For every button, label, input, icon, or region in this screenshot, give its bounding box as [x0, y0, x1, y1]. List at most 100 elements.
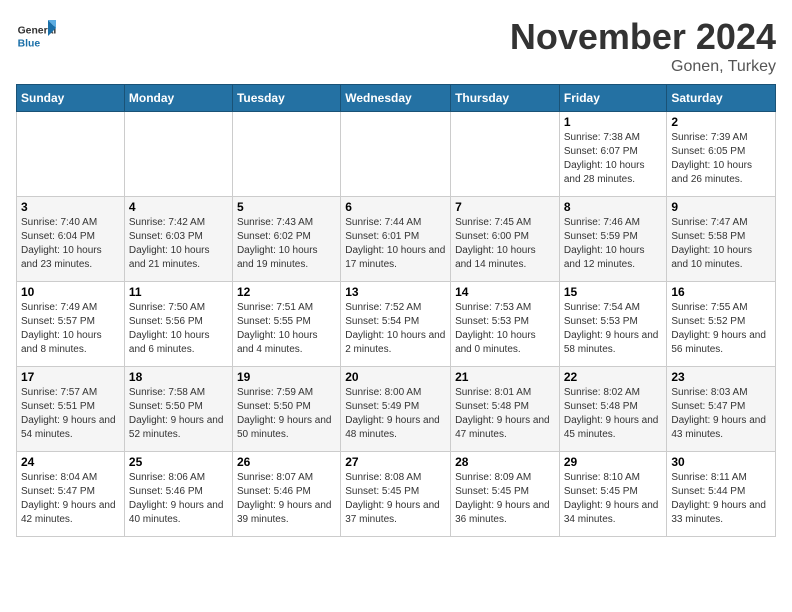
day-info: Sunrise: 7:46 AM Sunset: 5:59 PM Dayligh… [564, 216, 663, 272]
logo-icon: General Blue [16, 16, 56, 56]
calendar-cell: 13 Sunrise: 7:52 AM Sunset: 5:54 PM Dayli… [341, 282, 451, 367]
day-info: Sunrise: 7:42 AM Sunset: 6:03 PM Dayligh… [129, 216, 228, 272]
calendar-cell: 5 Sunrise: 7:43 AM Sunset: 6:02 PM Daylig… [232, 197, 340, 282]
day-number: 5 [237, 200, 336, 214]
day-info: Sunrise: 8:02 AM Sunset: 5:48 PM Dayligh… [564, 386, 663, 442]
day-number: 10 [21, 285, 120, 299]
day-info: Sunrise: 7:43 AM Sunset: 6:02 PM Dayligh… [237, 216, 336, 272]
day-info: Sunrise: 8:09 AM Sunset: 5:45 PM Dayligh… [455, 471, 555, 527]
day-info: Sunrise: 7:47 AM Sunset: 5:58 PM Dayligh… [671, 216, 771, 272]
calendar-cell: 30 Sunrise: 8:11 AM Sunset: 5:44 PM Dayli… [667, 452, 776, 537]
day-number: 29 [564, 455, 663, 469]
calendar-cell [17, 112, 125, 197]
day-number: 16 [671, 285, 771, 299]
day-info: Sunrise: 7:39 AM Sunset: 6:05 PM Dayligh… [671, 131, 771, 187]
calendar-cell: 3 Sunrise: 7:40 AM Sunset: 6:04 PM Daylig… [17, 197, 125, 282]
calendar-cell [451, 112, 560, 197]
calendar-cell: 2Sunrise: 7:39 AM Sunset: 6:05 PM Daylig… [667, 112, 776, 197]
day-info: Sunrise: 8:03 AM Sunset: 5:47 PM Dayligh… [671, 386, 771, 442]
day-info: Sunrise: 7:40 AM Sunset: 6:04 PM Dayligh… [21, 216, 120, 272]
day-number: 25 [129, 455, 228, 469]
day-info: Sunrise: 8:00 AM Sunset: 5:49 PM Dayligh… [345, 386, 446, 442]
day-info: Sunrise: 7:51 AM Sunset: 5:55 PM Dayligh… [237, 301, 336, 357]
day-info: Sunrise: 7:49 AM Sunset: 5:57 PM Dayligh… [21, 301, 120, 357]
calendar-cell: 15 Sunrise: 7:54 AM Sunset: 5:53 PM Dayli… [559, 282, 667, 367]
day-number: 15 [564, 285, 663, 299]
day-number: 23 [671, 370, 771, 384]
page-header: General Blue November 2024 Gonen, Turkey [16, 16, 776, 76]
weekday-header-wednesday: Wednesday [341, 85, 451, 112]
day-info: Sunrise: 8:01 AM Sunset: 5:48 PM Dayligh… [455, 386, 555, 442]
day-info: Sunrise: 8:11 AM Sunset: 5:44 PM Dayligh… [671, 471, 771, 527]
day-info: Sunrise: 8:10 AM Sunset: 5:45 PM Dayligh… [564, 471, 663, 527]
calendar-cell: 9 Sunrise: 7:47 AM Sunset: 5:58 PM Daylig… [667, 197, 776, 282]
day-info: Sunrise: 7:53 AM Sunset: 5:53 PM Dayligh… [455, 301, 555, 357]
day-number: 9 [671, 200, 771, 214]
calendar-cell: 22Sunrise: 8:02 AM Sunset: 5:48 PM Dayli… [559, 367, 667, 452]
calendar-week-2: 3 Sunrise: 7:40 AM Sunset: 6:04 PM Daylig… [17, 197, 776, 282]
calendar-cell: 11 Sunrise: 7:50 AM Sunset: 5:56 PM Dayli… [124, 282, 232, 367]
weekday-header-saturday: Saturday [667, 85, 776, 112]
day-number: 28 [455, 455, 555, 469]
calendar-cell: 27 Sunrise: 8:08 AM Sunset: 5:45 PM Dayli… [341, 452, 451, 537]
day-number: 3 [21, 200, 120, 214]
day-number: 8 [564, 200, 663, 214]
calendar-body: 1 Sunrise: 7:38 AM Sunset: 6:07 PM Daylig… [17, 112, 776, 537]
day-info: Sunrise: 7:45 AM Sunset: 6:00 PM Dayligh… [455, 216, 555, 272]
day-number: 24 [21, 455, 120, 469]
calendar-table: SundayMondayTuesdayWednesdayThursdayFrid… [16, 84, 776, 537]
calendar-cell: 29 Sunrise: 8:10 AM Sunset: 5:45 PM Dayli… [559, 452, 667, 537]
calendar-cell: 8 Sunrise: 7:46 AM Sunset: 5:59 PM Daylig… [559, 197, 667, 282]
calendar-week-5: 24 Sunrise: 8:04 AM Sunset: 5:47 PM Dayli… [17, 452, 776, 537]
calendar-cell: 14 Sunrise: 7:53 AM Sunset: 5:53 PM Dayli… [451, 282, 560, 367]
day-number: 13 [345, 285, 446, 299]
month-title: November 2024 [510, 16, 776, 58]
calendar-cell: 23 Sunrise: 8:03 AM Sunset: 5:47 PM Dayli… [667, 367, 776, 452]
day-number: 19 [237, 370, 336, 384]
calendar-week-4: 17 Sunrise: 7:57 AM Sunset: 5:51 PM Dayli… [17, 367, 776, 452]
calendar-cell: 1 Sunrise: 7:38 AM Sunset: 6:07 PM Daylig… [559, 112, 667, 197]
calendar-week-3: 10 Sunrise: 7:49 AM Sunset: 5:57 PM Dayli… [17, 282, 776, 367]
day-number: 4 [129, 200, 228, 214]
weekday-header-tuesday: Tuesday [232, 85, 340, 112]
svg-text:Blue: Blue [18, 38, 41, 49]
day-info: Sunrise: 7:59 AM Sunset: 5:50 PM Dayligh… [237, 386, 336, 442]
calendar-cell: 25 Sunrise: 8:06 AM Sunset: 5:46 PM Dayli… [124, 452, 232, 537]
day-number: 27 [345, 455, 446, 469]
weekday-header-friday: Friday [559, 85, 667, 112]
calendar-cell: 26 Sunrise: 8:07 AM Sunset: 5:46 PM Dayli… [232, 452, 340, 537]
weekday-header-thursday: Thursday [451, 85, 560, 112]
day-number: 30 [671, 455, 771, 469]
weekday-header-sunday: Sunday [17, 85, 125, 112]
day-info: Sunrise: 8:07 AM Sunset: 5:46 PM Dayligh… [237, 471, 336, 527]
day-number: 14 [455, 285, 555, 299]
day-number: 12 [237, 285, 336, 299]
day-info: Sunrise: 8:04 AM Sunset: 5:47 PM Dayligh… [21, 471, 120, 527]
day-info: Sunrise: 7:54 AM Sunset: 5:53 PM Dayligh… [564, 301, 663, 357]
day-info: Sunrise: 7:38 AM Sunset: 6:07 PM Dayligh… [564, 131, 663, 187]
day-number: 7 [455, 200, 555, 214]
day-info: Sunrise: 7:50 AM Sunset: 5:56 PM Dayligh… [129, 301, 228, 357]
calendar-cell: 10 Sunrise: 7:49 AM Sunset: 5:57 PM Dayli… [17, 282, 125, 367]
day-number: 26 [237, 455, 336, 469]
day-info: Sunrise: 7:52 AM Sunset: 5:54 PM Dayligh… [345, 301, 446, 357]
calendar-cell [341, 112, 451, 197]
day-number: 18 [129, 370, 228, 384]
calendar-cell: 4 Sunrise: 7:42 AM Sunset: 6:03 PM Daylig… [124, 197, 232, 282]
day-info: Sunrise: 7:57 AM Sunset: 5:51 PM Dayligh… [21, 386, 120, 442]
day-info: Sunrise: 7:44 AM Sunset: 6:01 PM Dayligh… [345, 216, 446, 272]
day-number: 11 [129, 285, 228, 299]
title-block: November 2024 Gonen, Turkey [510, 16, 776, 76]
logo: General Blue [16, 16, 60, 56]
calendar-cell: 18Sunrise: 7:58 AM Sunset: 5:50 PM Dayli… [124, 367, 232, 452]
calendar-cell: 19 Sunrise: 7:59 AM Sunset: 5:50 PM Dayli… [232, 367, 340, 452]
calendar-cell [124, 112, 232, 197]
day-number: 17 [21, 370, 120, 384]
day-info: Sunrise: 8:06 AM Sunset: 5:46 PM Dayligh… [129, 471, 228, 527]
calendar-header: SundayMondayTuesdayWednesdayThursdayFrid… [17, 85, 776, 112]
day-number: 20 [345, 370, 446, 384]
calendar-cell [232, 112, 340, 197]
day-number: 1 [564, 115, 663, 129]
weekday-header-monday: Monday [124, 85, 232, 112]
day-info: Sunrise: 8:08 AM Sunset: 5:45 PM Dayligh… [345, 471, 446, 527]
